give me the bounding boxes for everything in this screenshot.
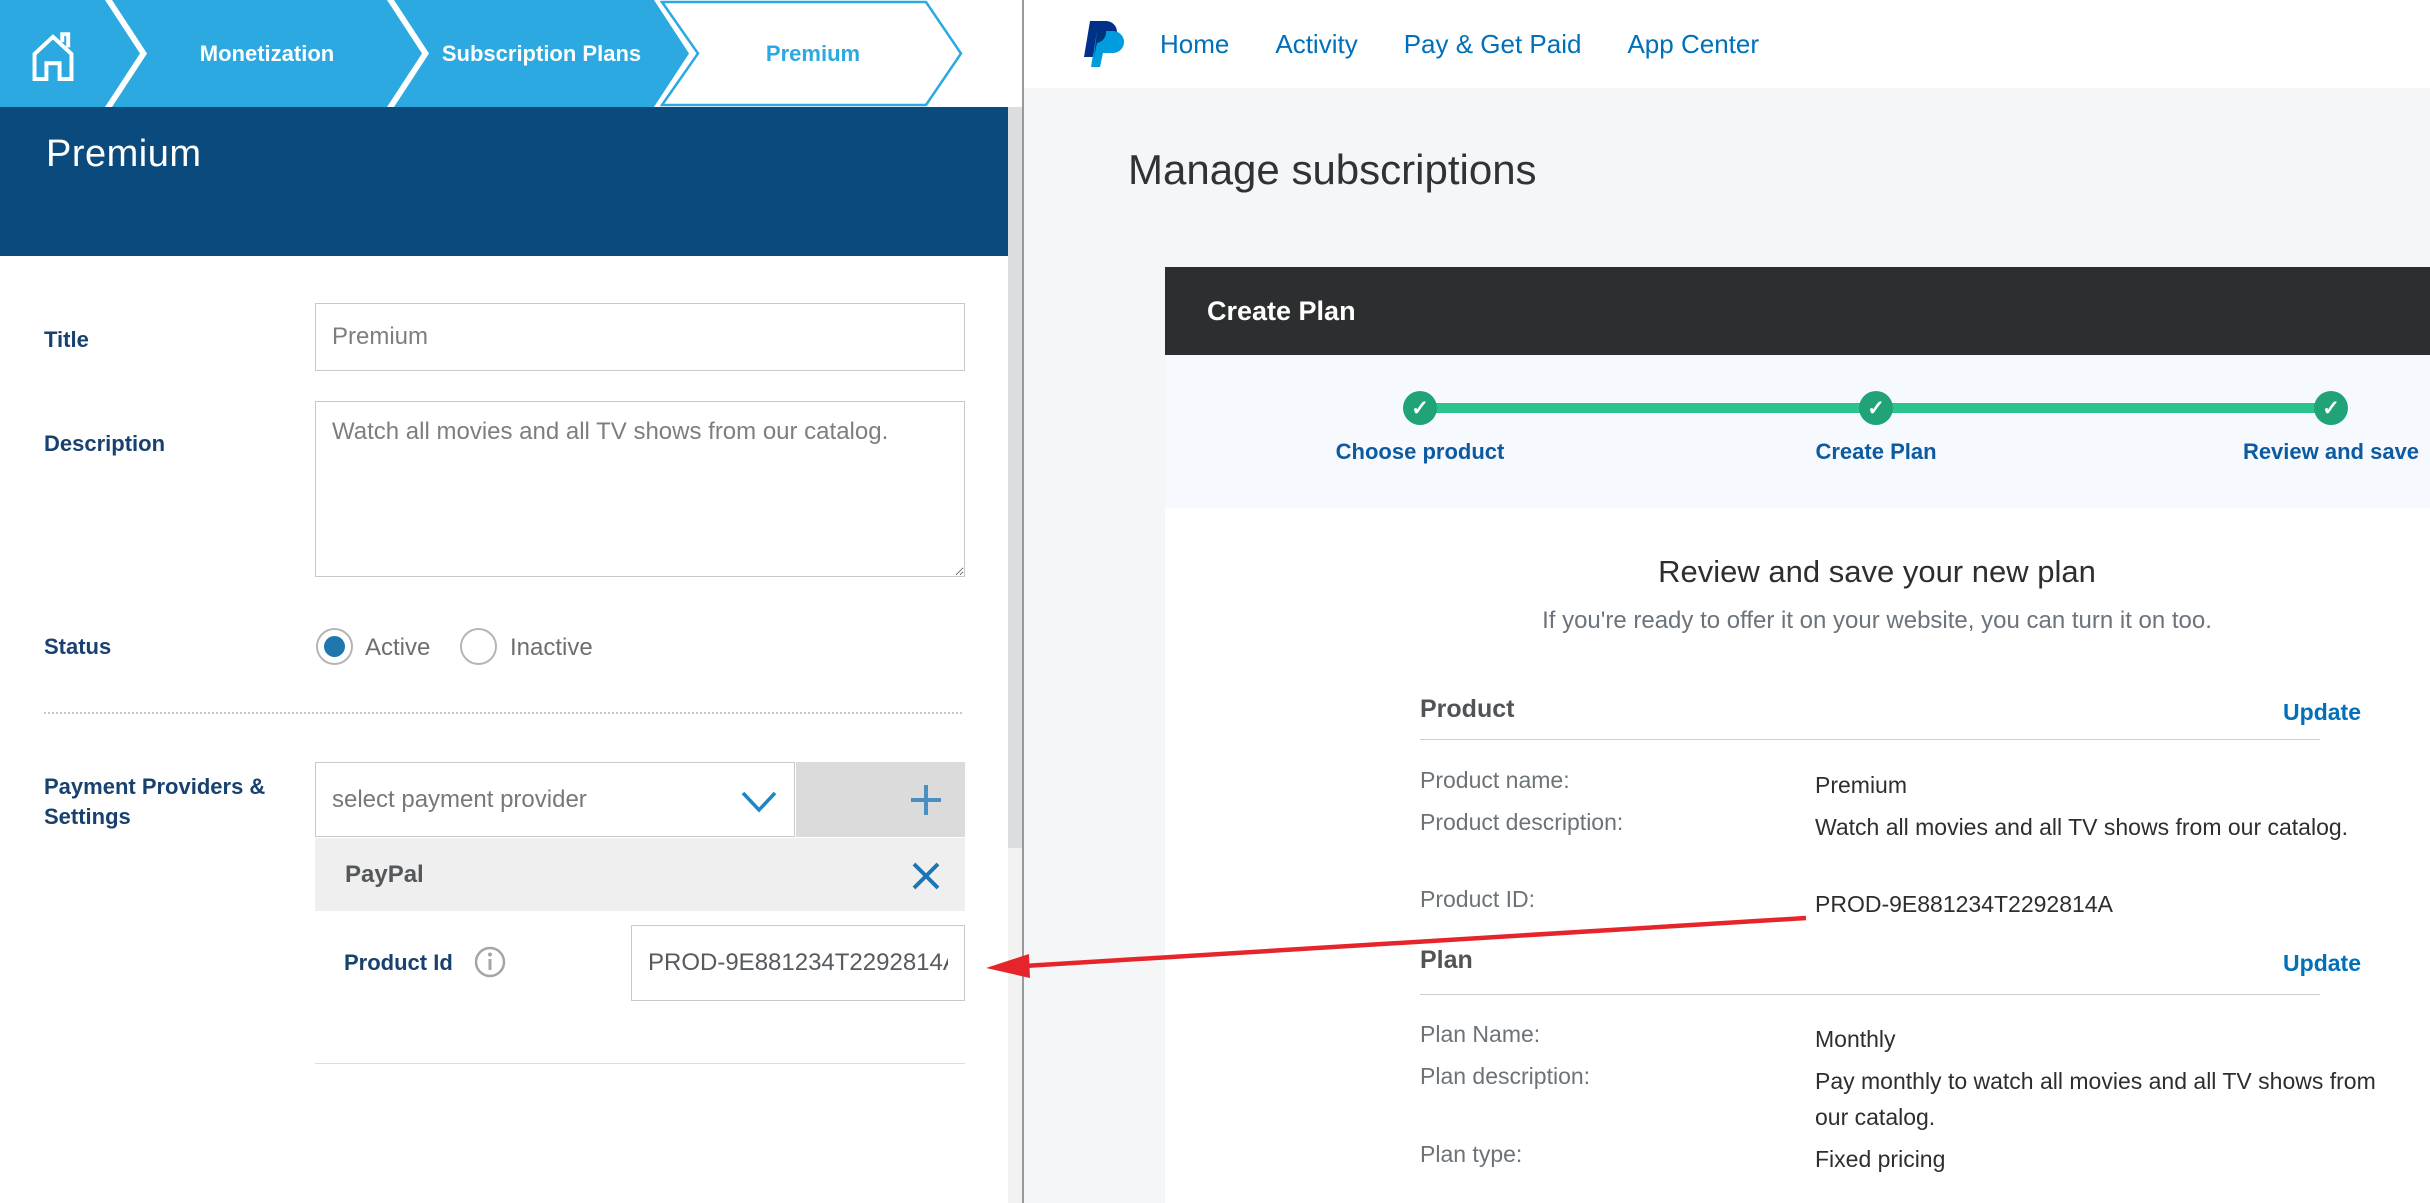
breadcrumb-item-subscription-plans[interactable]: Subscription Plans (394, 0, 689, 107)
breadcrumb-label: Monetization (112, 0, 422, 107)
product-id-input[interactable] (631, 925, 965, 1001)
stepper (1165, 355, 2430, 508)
radio-active[interactable] (316, 628, 353, 665)
manage-subscriptions-title: Manage subscriptions (1128, 146, 1537, 194)
description-label: Description (44, 431, 165, 457)
status-label: Status (44, 634, 111, 660)
divider (315, 1063, 965, 1064)
row-label: Plan type: (1420, 1141, 1522, 1168)
plan-section-heading: Plan (1420, 946, 1473, 975)
review-title: Review and save your new plan (1577, 554, 2177, 590)
step-create-plan: Create Plan (1746, 439, 2006, 465)
payment-provider-select[interactable]: select payment provider (315, 762, 795, 837)
divider (44, 712, 962, 714)
create-plan-card: Create Plan ✓ ✓ ✓ Choose product Create … (1165, 267, 2430, 1203)
paypal-nav: Home Activity Pay & Get Paid App Center (1160, 0, 1759, 88)
title-label: Title (44, 327, 89, 353)
row-label: Plan description: (1420, 1063, 1590, 1090)
check-icon: ✓ (2314, 391, 2348, 425)
step-review-save: Review and save (2201, 439, 2430, 465)
product-section-heading: Product (1420, 695, 1514, 724)
chevron-down-icon (740, 791, 778, 813)
review-subtitle: If you're ready to offer it on your webs… (1477, 607, 2277, 635)
provider-name: PayPal (345, 861, 424, 889)
card-header-title: Create Plan (1207, 296, 1356, 327)
check-icon: ✓ (1859, 391, 1893, 425)
nav-home[interactable]: Home (1160, 29, 1229, 60)
radio-inactive[interactable] (460, 628, 497, 665)
divider (1420, 994, 2320, 995)
row-value: PROD-9E881234T2292814A (1815, 886, 2380, 922)
plan-update-link[interactable]: Update (2241, 950, 2361, 977)
step-choose-product: Choose product (1290, 439, 1550, 465)
close-icon[interactable] (911, 861, 941, 891)
breadcrumb: Monetization Subscription Plans Premium (0, 0, 1023, 107)
title-input[interactable] (315, 303, 965, 371)
paypal-panel: Home Activity Pay & Get Paid App Center … (1024, 0, 2430, 1203)
payment-providers-label: Payment Providers & Settings (44, 772, 274, 832)
product-id-label: Product Id (344, 950, 453, 976)
row-label: Plan Name: (1420, 1021, 1540, 1048)
paypal-header: Home Activity Pay & Get Paid App Center (1024, 0, 2430, 88)
nav-pay-get-paid[interactable]: Pay & Get Paid (1404, 29, 1582, 60)
add-provider-button[interactable] (796, 762, 965, 837)
breadcrumb-item-monetization[interactable]: Monetization (112, 0, 422, 107)
payment-provider-select-value: select payment provider (332, 786, 587, 814)
card-header: Create Plan (1165, 267, 2430, 355)
row-label: Product description: (1420, 809, 1623, 836)
radio-active-dot (324, 636, 345, 657)
scrollbar-thumb[interactable] (1008, 107, 1022, 848)
breadcrumb-label: Premium (678, 0, 948, 107)
divider (1420, 739, 2320, 740)
row-value: Pay monthly to watch all movies and all … (1815, 1063, 2380, 1135)
plus-icon (909, 783, 943, 817)
check-icon: ✓ (1403, 391, 1437, 425)
description-input[interactable]: Watch all movies and all TV shows from o… (315, 401, 965, 577)
home-icon (0, 0, 105, 107)
row-value: Monthly (1815, 1021, 2380, 1057)
row-value: Watch all movies and all TV shows from o… (1815, 809, 2380, 845)
row-label: Product ID: (1420, 886, 1535, 913)
breadcrumb-home[interactable] (0, 0, 140, 107)
radio-active-label[interactable]: Active (365, 634, 430, 662)
info-icon[interactable] (474, 946, 506, 978)
cms-panel: Monetization Subscription Plans Premium … (0, 0, 1023, 1203)
cms-title-bar: Premium (0, 107, 1023, 256)
page-title: Premium (46, 133, 202, 176)
paypal-logo[interactable] (1084, 19, 1124, 71)
radio-inactive-label[interactable]: Inactive (510, 634, 593, 662)
row-label: Product name: (1420, 767, 1570, 794)
nav-activity[interactable]: Activity (1275, 29, 1357, 60)
row-value: Premium (1815, 767, 2380, 803)
row-value: Fixed pricing (1815, 1141, 2380, 1177)
breadcrumb-item-premium[interactable]: Premium (660, 0, 965, 107)
breadcrumb-label: Subscription Plans (394, 0, 689, 107)
product-update-link[interactable]: Update (2241, 699, 2361, 726)
nav-app-center[interactable]: App Center (1627, 29, 1759, 60)
provider-row-paypal: PayPal (315, 838, 965, 911)
